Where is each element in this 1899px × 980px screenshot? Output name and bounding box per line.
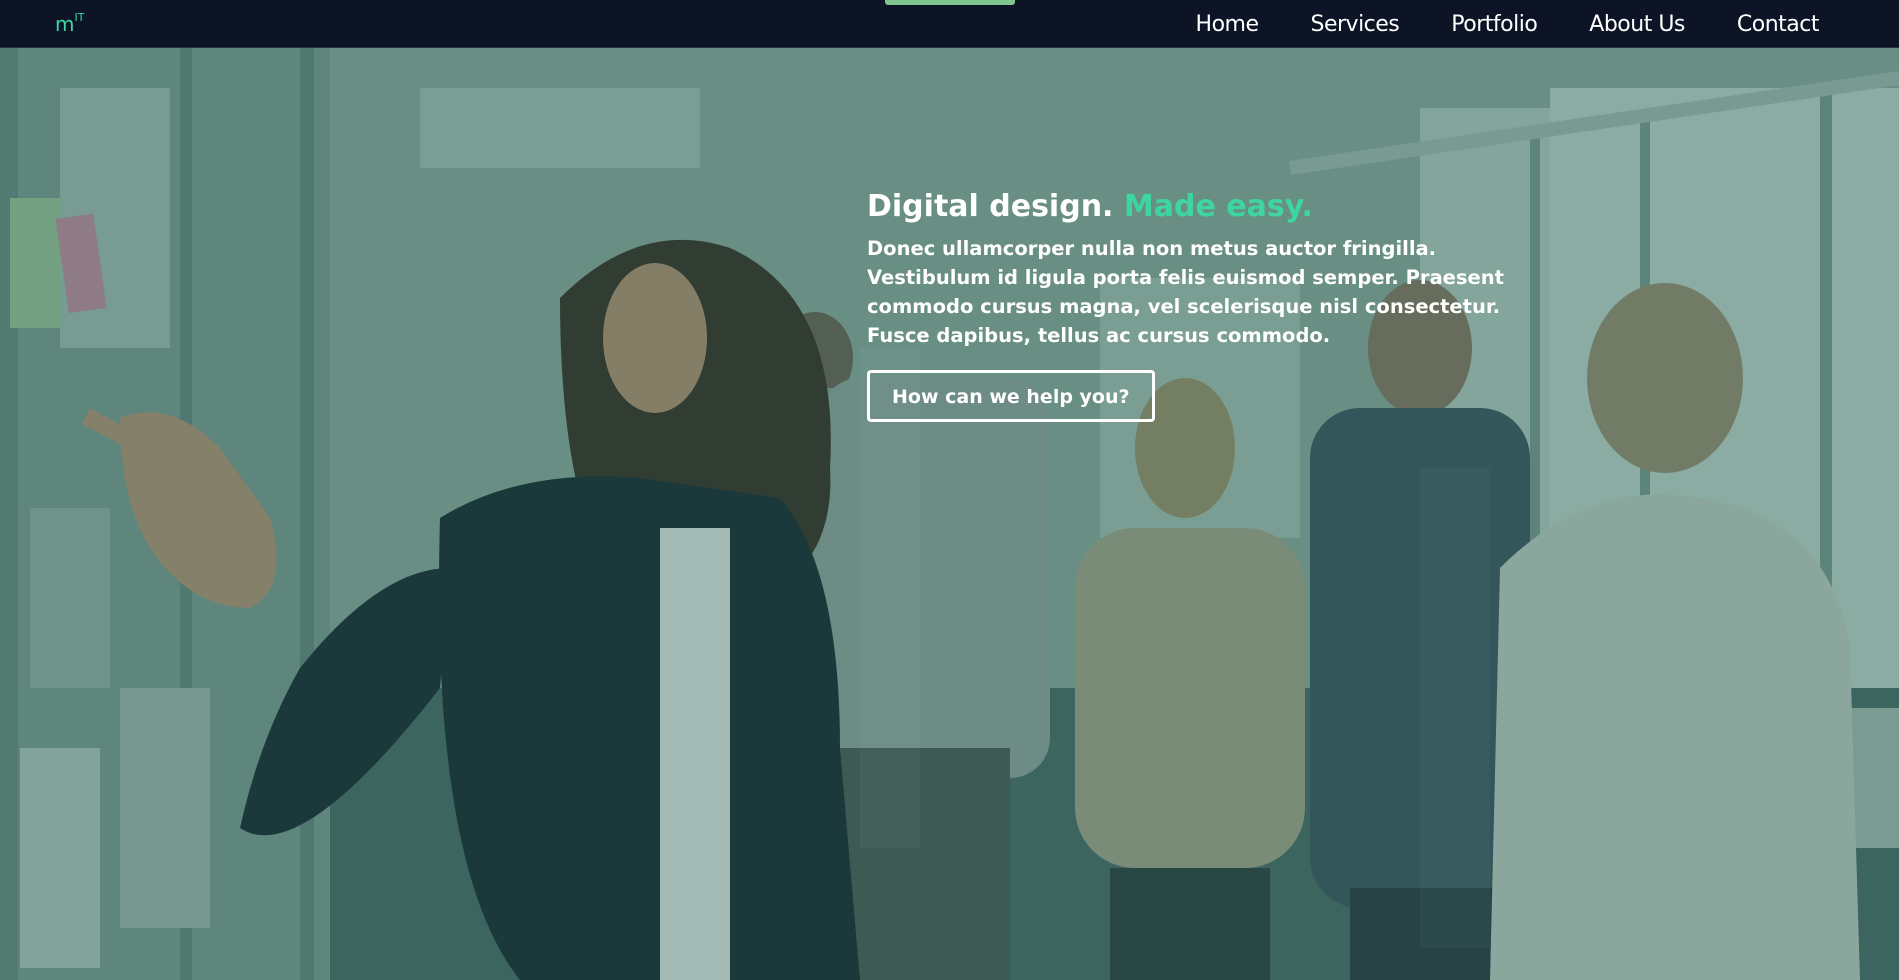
active-tab-indicator bbox=[885, 0, 1015, 5]
nav-home[interactable]: Home bbox=[1196, 12, 1259, 37]
nav-contact[interactable]: Contact bbox=[1737, 12, 1820, 37]
headline-accent: Made easy. bbox=[1123, 189, 1313, 224]
site-logo[interactable]: mIT bbox=[55, 11, 85, 36]
nav-about-us[interactable]: About Us bbox=[1589, 12, 1685, 37]
nav-portfolio[interactable]: Portfolio bbox=[1451, 12, 1538, 37]
main-nav: Home Services Portfolio About Us Contact bbox=[1196, 0, 1820, 48]
hero-content: Digital design. Made easy. Donec ullamco… bbox=[867, 188, 1507, 422]
hero-headline: Digital design. Made easy. bbox=[867, 188, 1507, 226]
logo-text: m bbox=[55, 12, 75, 36]
headline-main: Digital design. bbox=[867, 189, 1114, 224]
nav-services[interactable]: Services bbox=[1311, 12, 1400, 37]
cta-button[interactable]: How can we help you? bbox=[867, 370, 1155, 422]
hero-section: Digital design. Made easy. Donec ullamco… bbox=[0, 48, 1899, 980]
top-navigation-bar: mIT Home Services Portfolio About Us Con… bbox=[0, 0, 1899, 48]
logo-superscript: IT bbox=[74, 11, 85, 25]
hero-lead-text: Donec ullamcorper nulla non metus auctor… bbox=[867, 237, 1504, 347]
